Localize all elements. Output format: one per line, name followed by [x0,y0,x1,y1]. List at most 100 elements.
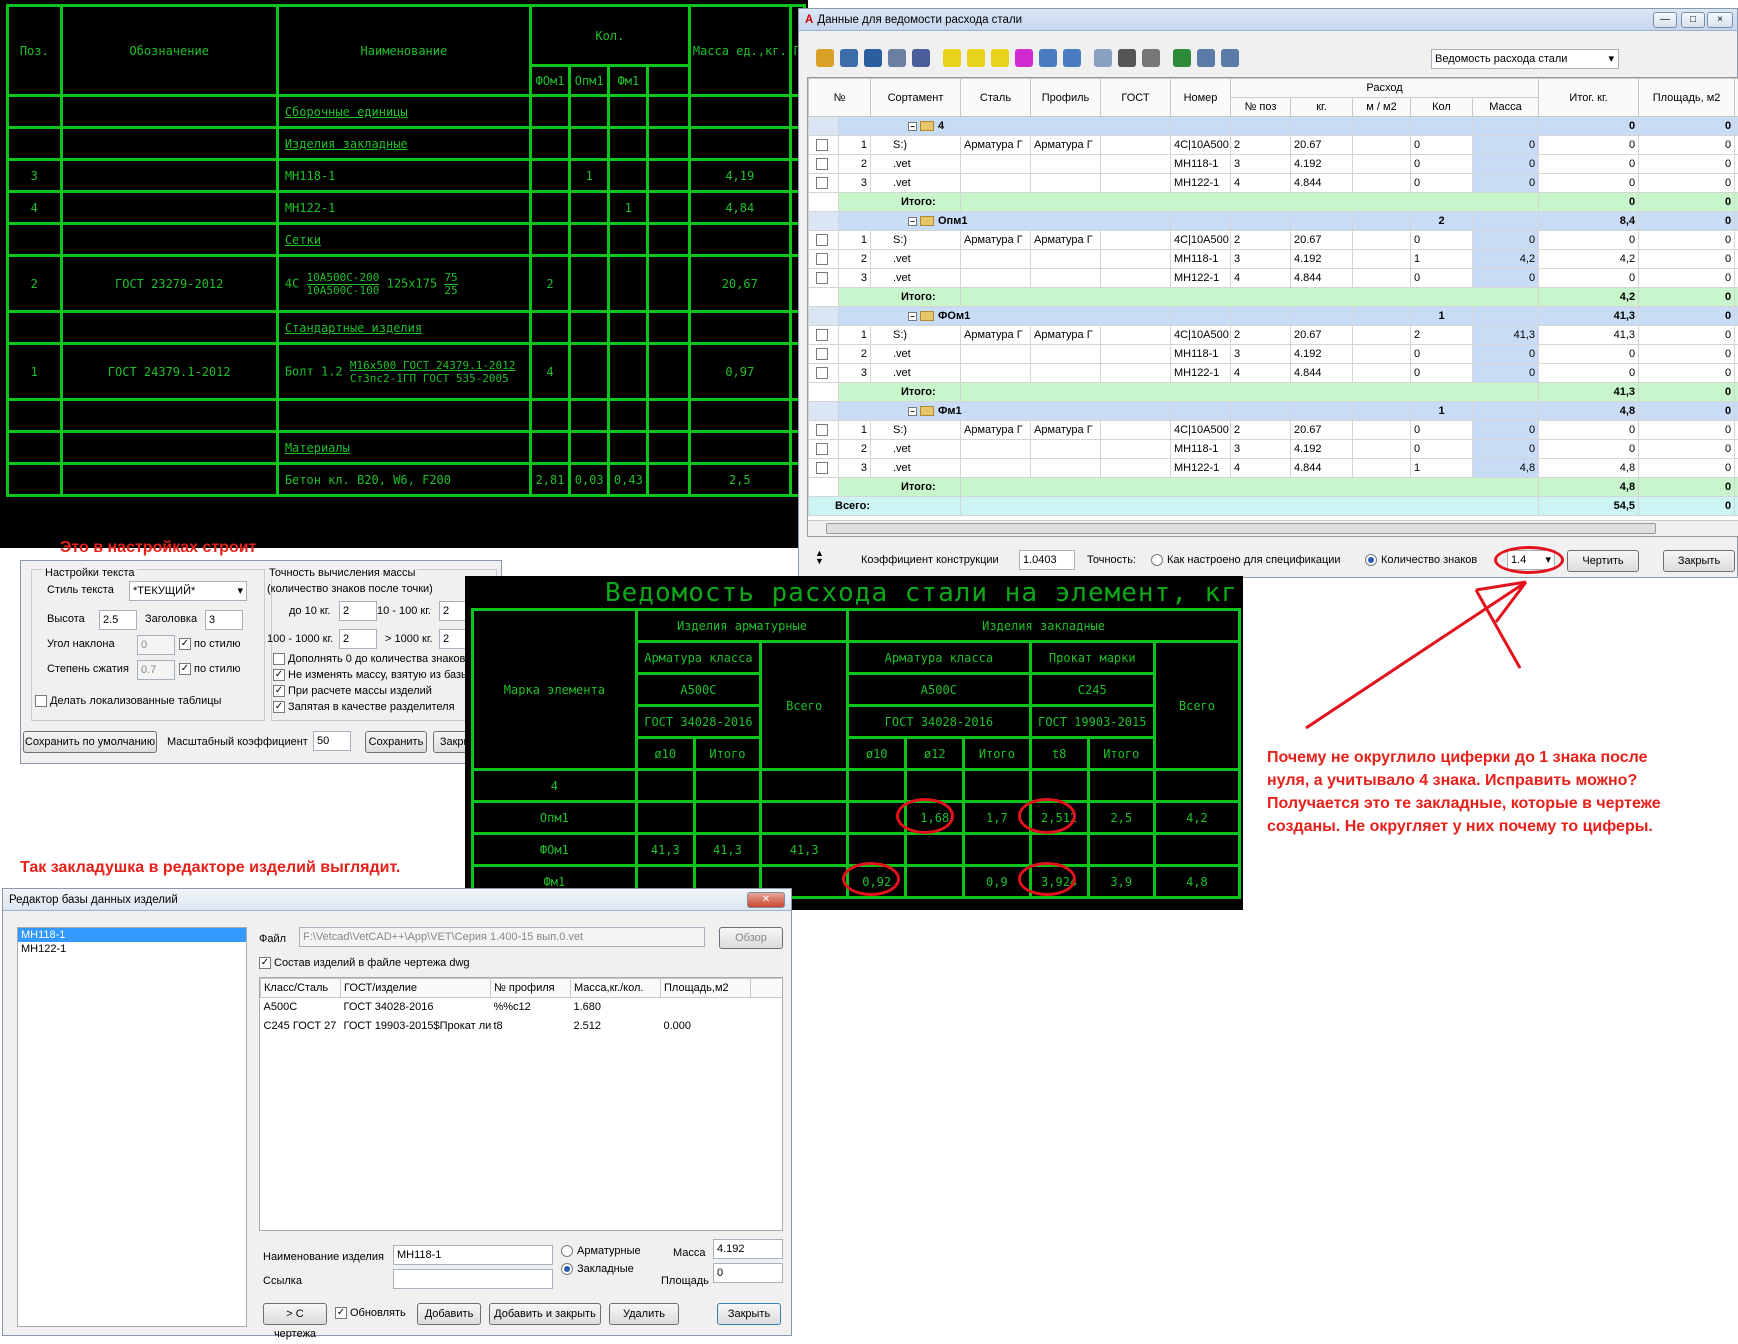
col-klass[interactable]: Класс/Сталь [261,979,341,998]
scrollbar-thumb[interactable] [826,523,1656,534]
table-row[interactable]: А500СГОСТ 34028-2016%%c121.680 [261,998,784,1017]
col-rashod[interactable]: Расход [1231,79,1539,98]
table-row[interactable]: 3.vetМН122-144.8440000 [809,174,1738,193]
horizontal-scrollbar[interactable] [808,520,1738,536]
report-type-dropdown[interactable]: Ведомость расхода стали ▾ [1431,49,1619,69]
group-row[interactable]: −Фм114,80 [809,402,1738,421]
row-checkbox[interactable] [816,329,828,341]
table-row[interactable]: 2.vetМН118-134.1920000 [809,440,1738,459]
radio-arm[interactable]: Арматурные [561,1245,641,1257]
editor-close-icon[interactable]: ✕ [747,892,785,908]
table-row[interactable]: 1S:)Арматура ГАрматура Г4С|10А500220.670… [809,421,1738,440]
group-row[interactable]: −400 [809,117,1738,136]
collapse-icon[interactable]: − [908,407,917,416]
from-dwg-button[interactable]: > С чертежа [263,1303,327,1325]
row-checkbox[interactable] [816,348,828,360]
paste-icon[interactable] [1142,49,1160,67]
chk-comma[interactable]: ✓Запятая в качестве разделителя [273,701,455,713]
editor-close-button[interactable]: Закрыть [717,1303,781,1325]
row-checkbox[interactable] [816,272,828,284]
update-checkbox[interactable]: ✓ [335,1307,347,1319]
col-stal[interactable]: Сталь [961,79,1031,117]
row-checkbox[interactable] [816,139,828,151]
copy-icon[interactable] [1094,49,1112,67]
excel-icon[interactable] [1173,49,1191,67]
table-row[interactable]: 2.vetМН118-134.19214,24,20 [809,250,1738,269]
draw-button[interactable]: Чертить [1567,550,1639,572]
group-row[interactable]: −Опм128,40 [809,212,1738,231]
col-ploshad[interactable]: Площадь,м2 [661,979,751,998]
to10-input[interactable]: 2 [339,601,377,621]
delete-button[interactable]: Удалить [609,1303,679,1325]
compress-input[interactable]: 0.7 [137,660,175,680]
save-button[interactable]: Сохранить [365,731,427,753]
radio-zakl-circle[interactable] [561,1263,573,1275]
localized-tables[interactable]: Делать локализованные таблицы [35,695,221,707]
col-gost[interactable]: ГОСТ [1101,79,1171,117]
col-gost-izd[interactable]: ГОСТ/изделие [341,979,491,998]
collapse-icon[interactable]: − [908,122,917,131]
browse-button[interactable]: Обзор [719,927,783,949]
col-n[interactable]: № [809,79,871,117]
add-item-icon[interactable] [1015,49,1033,67]
list-item[interactable]: МН122-1 [18,942,246,956]
row-checkbox[interactable] [816,462,828,474]
editor-titlebar[interactable]: Редактор базы данных изделий ✕ [3,889,791,911]
col-mm2[interactable]: м / м2 [1353,98,1411,117]
chk-pad-zero[interactable]: Дополнять 0 до количества знаков [273,653,465,665]
row-checkbox[interactable] [816,177,828,189]
export-icon[interactable] [1221,49,1239,67]
link-input[interactable] [393,1269,553,1289]
col-itog[interactable]: Итог. кг. [1539,79,1639,117]
dwg-checkbox-row[interactable]: ✓Состав изделий в файле чертежа dwg [259,957,470,969]
update-row[interactable]: ✓Обновлять [335,1307,406,1319]
chk-items-mass-box[interactable]: ✓ [273,685,285,697]
print-icon[interactable] [1197,49,1215,67]
main-window-titlebar[interactable]: A Данные для ведомости расхода стали — □… [799,9,1737,31]
row-checkbox[interactable] [816,424,828,436]
col-massa[interactable]: Масса [1473,98,1539,117]
name-input[interactable]: МН118-1 [393,1245,553,1265]
chk-items-mass[interactable]: ✓При расчете массы изделий [273,685,432,697]
table-row[interactable]: 2.vetМН118-134.1920000 [809,155,1738,174]
cut-icon[interactable] [1118,49,1136,67]
delete-folder-icon[interactable] [991,49,1009,67]
radio-arm-circle[interactable] [561,1245,573,1257]
chk-keep-mass[interactable]: ✓Не изменять массу, взятую из базы [273,669,469,681]
col-nomer[interactable]: Номер [1171,79,1231,117]
minimize-button[interactable]: — [1653,12,1677,28]
angle-input[interactable]: 0 [137,635,175,655]
row-checkbox[interactable] [816,234,828,246]
open-icon[interactable] [816,49,834,67]
edit-folder-icon[interactable] [967,49,985,67]
save-as-icon[interactable] [864,49,882,67]
insert-row-icon[interactable] [1039,49,1057,67]
mass-input[interactable]: 4.192 [713,1239,783,1259]
height-input[interactable]: 2.5 [99,610,137,630]
add-folder-icon[interactable] [943,49,961,67]
row-checkbox[interactable] [816,443,828,455]
col-pl[interactable]: Площадь, м2 [1639,79,1735,117]
dwg-checkbox[interactable]: ✓ [259,957,271,969]
spin-arrows[interactable]: ▲▼ [815,549,824,565]
col-massa-kol[interactable]: Масса,кг./кол. [571,979,661,998]
collapse-icon[interactable]: − [908,217,917,226]
table-row[interactable]: С245 ГОСТ 27ГОСТ 19903-2015$Прокат лиt82… [261,1017,784,1036]
area-input[interactable]: 0 [713,1263,783,1283]
settings-icon[interactable] [888,49,906,67]
group-row[interactable]: −ФОм1141,30 [809,307,1738,326]
chk-keep-mass-box[interactable]: ✓ [273,669,285,681]
col-prof[interactable]: Профиль [1031,79,1101,117]
close-window-button[interactable]: × [1707,12,1733,28]
maximize-button[interactable]: □ [1681,12,1705,28]
angle-by-style[interactable]: ✓по стилю [179,638,240,650]
list-item[interactable]: МН118-1 [18,928,246,942]
table-icon[interactable] [912,49,930,67]
save-icon[interactable] [840,49,858,67]
scale-input[interactable]: 50 [313,731,351,751]
heading-input[interactable]: 3 [205,610,243,630]
collapse-icon[interactable]: − [908,312,917,321]
add-button[interactable]: Добавить [417,1303,481,1325]
coef-input[interactable]: 1.0403 [1019,550,1075,570]
chk-comma-box[interactable]: ✓ [273,701,285,713]
